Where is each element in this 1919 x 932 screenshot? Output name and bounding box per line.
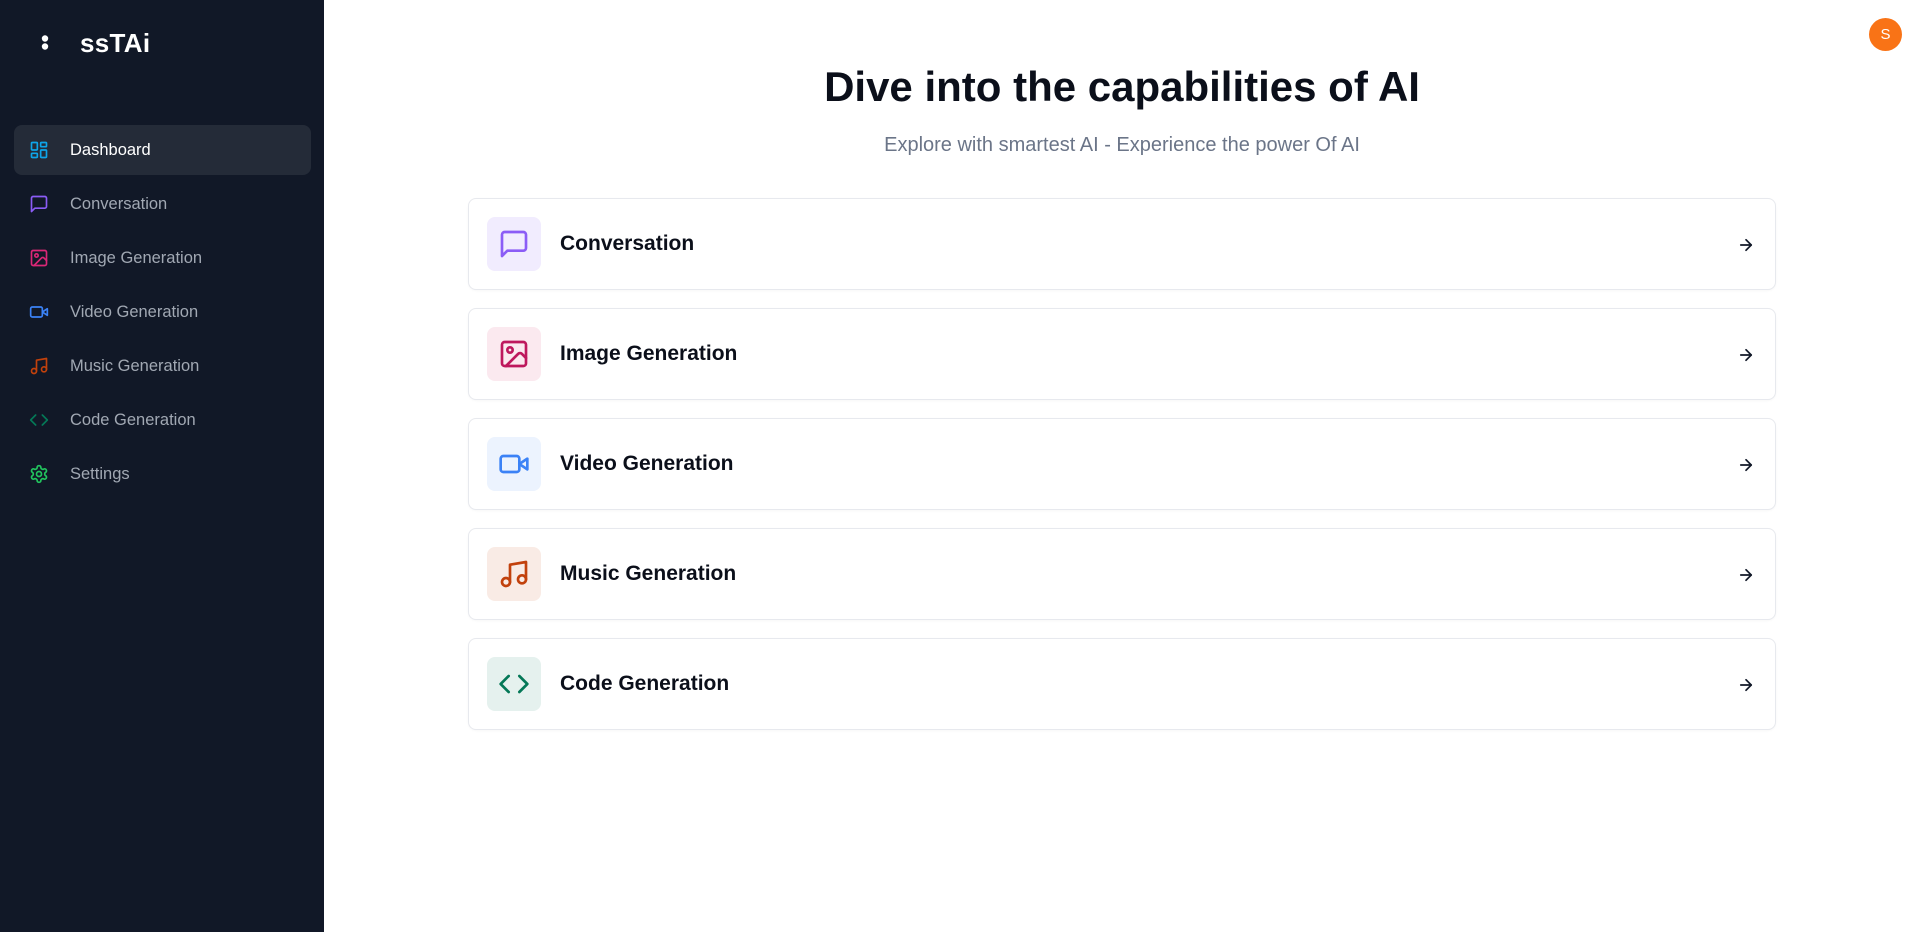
app-name: ssTAi [80, 27, 151, 58]
gear-icon [28, 463, 50, 485]
tool-card-image-generation[interactable]: Image Generation [468, 308, 1776, 400]
user-avatar[interactable]: S [1869, 18, 1902, 51]
arrow-right-icon [1735, 234, 1757, 256]
sidebar: ssTAi Dashboard Conversation Image Gener… [0, 0, 324, 932]
sidebar-item-label: Dashboard [70, 140, 151, 159]
sidebar-item-music-generation[interactable]: Music Generation [14, 341, 311, 391]
sidebar-nav: Dashboard Conversation Image Generation [14, 125, 311, 503]
code-icon [487, 657, 541, 711]
sidebar-item-label: Code Generation [70, 410, 196, 429]
image-icon [28, 247, 50, 269]
tool-card-label: Code Generation [560, 672, 730, 695]
sidebar-item-label: Music Generation [70, 356, 200, 375]
logo-icon [34, 26, 56, 60]
sidebar-item-label: Image Generation [70, 248, 203, 267]
image-icon [487, 327, 541, 381]
message-square-icon [28, 193, 50, 215]
sidebar-item-image-generation[interactable]: Image Generation [14, 233, 311, 283]
video-icon [28, 301, 50, 323]
tool-card-label: Image Generation [560, 342, 738, 365]
sidebar-item-dashboard[interactable]: Dashboard [14, 125, 311, 175]
sidebar-item-label: Conversation [70, 194, 168, 213]
music-icon [28, 355, 50, 377]
tool-list: Conversation Image Generation Video Gene… [468, 198, 1776, 748]
page-title: Dive into the capabilities of AI [824, 63, 1420, 110]
tool-card-conversation[interactable]: Conversation [468, 198, 1776, 290]
main-content: S Dive into the capabilities of AI Explo… [324, 0, 1919, 932]
sidebar-item-conversation[interactable]: Conversation [14, 179, 311, 229]
tool-card-code-generation[interactable]: Code Generation [468, 638, 1776, 730]
tool-card-label: Conversation [560, 232, 695, 255]
page-subtitle: Explore with smartest AI - Experience th… [884, 134, 1360, 156]
sidebar-item-label: Settings [70, 464, 130, 483]
video-icon [487, 437, 541, 491]
arrow-right-icon [1735, 344, 1757, 366]
sidebar-item-code-generation[interactable]: Code Generation [14, 395, 311, 445]
arrow-right-icon [1735, 674, 1757, 696]
tool-card-music-generation[interactable]: Music Generation [468, 528, 1776, 620]
code-icon [28, 409, 50, 431]
app-root: ssTAi Dashboard Conversation Image Gener… [0, 0, 1919, 932]
tool-card-label: Video Generation [560, 452, 734, 475]
tool-card-video-generation[interactable]: Video Generation [468, 418, 1776, 510]
arrow-right-icon [1735, 564, 1757, 586]
tool-card-label: Music Generation [560, 562, 737, 585]
sidebar-item-video-generation[interactable]: Video Generation [14, 287, 311, 337]
message-square-icon [487, 217, 541, 271]
sidebar-item-label: Video Generation [70, 302, 199, 321]
arrow-right-icon [1735, 454, 1757, 476]
dashboard-icon [28, 139, 50, 161]
logo[interactable]: ssTAi [34, 26, 150, 60]
music-icon [487, 547, 541, 601]
sidebar-item-settings[interactable]: Settings [14, 449, 311, 499]
